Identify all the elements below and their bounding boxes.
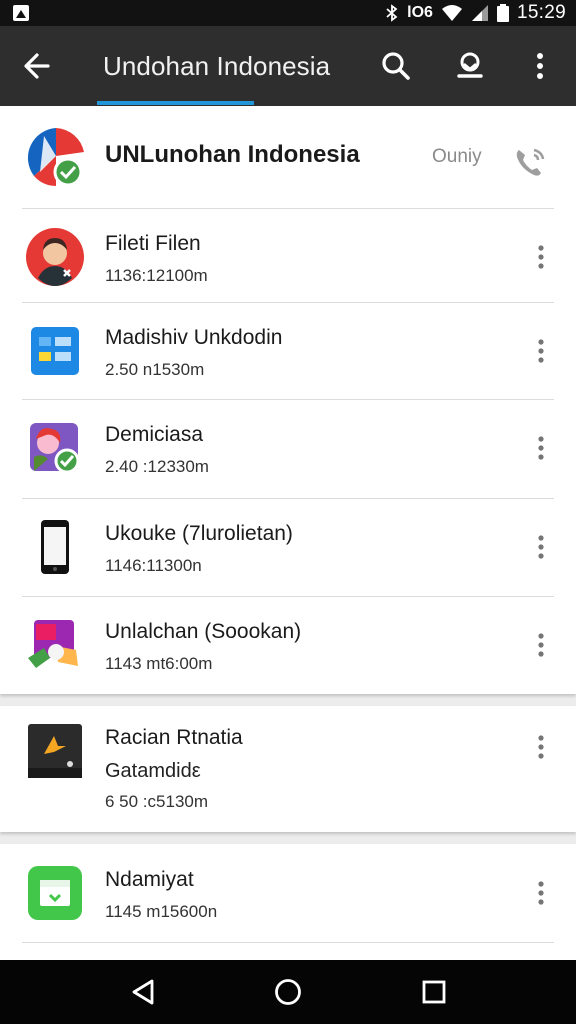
dark-app-icon (28, 724, 82, 778)
item-subtitle: 1146:11300n (105, 556, 202, 575)
wifi-icon (441, 5, 462, 21)
item-title: Ndamiyat (105, 868, 194, 891)
phone-device-icon (41, 520, 69, 574)
app-card: Racian Rtnatia Gatamdidε 6 50 :c5130m (0, 706, 576, 832)
more-vert-icon[interactable] (526, 336, 556, 366)
clock: 15:29 (516, 2, 566, 23)
list-item[interactable]: Ndamiyat 1145 m15600n (0, 844, 576, 942)
nav-back-icon[interactable] (128, 976, 160, 1008)
list-item[interactable]: Unlalchan (Soookan) 1143 mt6:00m (0, 596, 576, 694)
divider (22, 942, 554, 943)
back-arrow-icon[interactable] (18, 46, 58, 86)
app-card: Ndamiyat 1145 m15600n (0, 844, 576, 960)
green-app-icon (28, 866, 82, 920)
colorful-app-icon (28, 620, 78, 668)
contact-group-name: UNLunohan Indonesia (105, 141, 360, 168)
more-vert-icon[interactable] (526, 732, 556, 762)
search-icon[interactable] (376, 46, 416, 86)
app-bar-title: Undohan Indonesia (103, 51, 331, 81)
more-vert-icon[interactable] (526, 242, 556, 272)
call-icon[interactable] (510, 142, 550, 182)
item-subtitle: 2.40 :12330m (105, 457, 209, 476)
item-title: Madishiv Unkdodin (105, 326, 283, 349)
nav-home-icon[interactable] (272, 976, 304, 1008)
item-detail: 6 50 :c5130m (105, 792, 209, 811)
title-tab-indicator (97, 101, 254, 105)
status-bar: lO6 15:29 (0, 0, 576, 26)
item-title: Fileti Filen (105, 232, 201, 255)
nav-recents-icon[interactable] (418, 976, 450, 1008)
blue-app-icon (31, 327, 79, 375)
list-item[interactable]: Fileti Filen 1136:12100m (0, 208, 576, 306)
item-title: Demiciasa (105, 423, 204, 446)
profile-badge-icon[interactable] (450, 46, 490, 86)
header-status-label: Ouniy (432, 146, 482, 167)
bluetooth-icon (386, 4, 398, 22)
more-vert-icon[interactable] (526, 433, 556, 463)
screen: lO6 15:29 Undohan Indonesia UNLunohan In… (0, 0, 576, 1024)
item-subtitle: 1136:12100m (105, 266, 208, 285)
app-logo-icon (27, 128, 84, 187)
item-subtitle: 1143 mt6:00m (105, 654, 213, 673)
more-vert-icon[interactable] (526, 878, 556, 908)
carrier-label: lO6 (407, 4, 433, 21)
avatar-icon (26, 228, 84, 286)
more-vert-icon[interactable] (526, 532, 556, 562)
battery-icon (496, 4, 509, 22)
header-row[interactable]: UNLunohan Indonesia Ouniy (0, 106, 576, 208)
list-item[interactable]: Racian Rtnatia Gatamdidε 6 50 :c5130m (0, 706, 576, 832)
item-title: Ukouke (7lurolietan) (105, 522, 293, 545)
signal-icon (471, 5, 488, 21)
purple-app-icon (30, 423, 80, 474)
contacts-card: UNLunohan Indonesia Ouniy Fileti Filen 1… (0, 106, 576, 694)
list-item[interactable]: Madishiv Unkdodin 2.50 n1530m (0, 302, 576, 400)
more-vert-icon[interactable] (520, 46, 560, 86)
item-subtitle: Gatamdidε (105, 760, 201, 782)
more-vert-icon[interactable] (526, 630, 556, 660)
list-item[interactable]: Ukouke (7lurolietan) 1146:11300n (0, 498, 576, 596)
app-bar: Undohan Indonesia (0, 26, 576, 106)
notification-icon (13, 5, 29, 21)
list-item[interactable]: Demiciasa 2.40 :12330m (0, 399, 576, 497)
item-subtitle: 2.50 n1530m (105, 360, 205, 379)
item-title: Unlalchan (Soookan) (105, 620, 302, 643)
status-icons: lO6 15:29 (385, 2, 566, 24)
item-subtitle: 1145 m15600n (105, 902, 218, 921)
system-nav-bar (0, 960, 576, 1024)
item-title: Racian Rtnatia (105, 726, 243, 749)
